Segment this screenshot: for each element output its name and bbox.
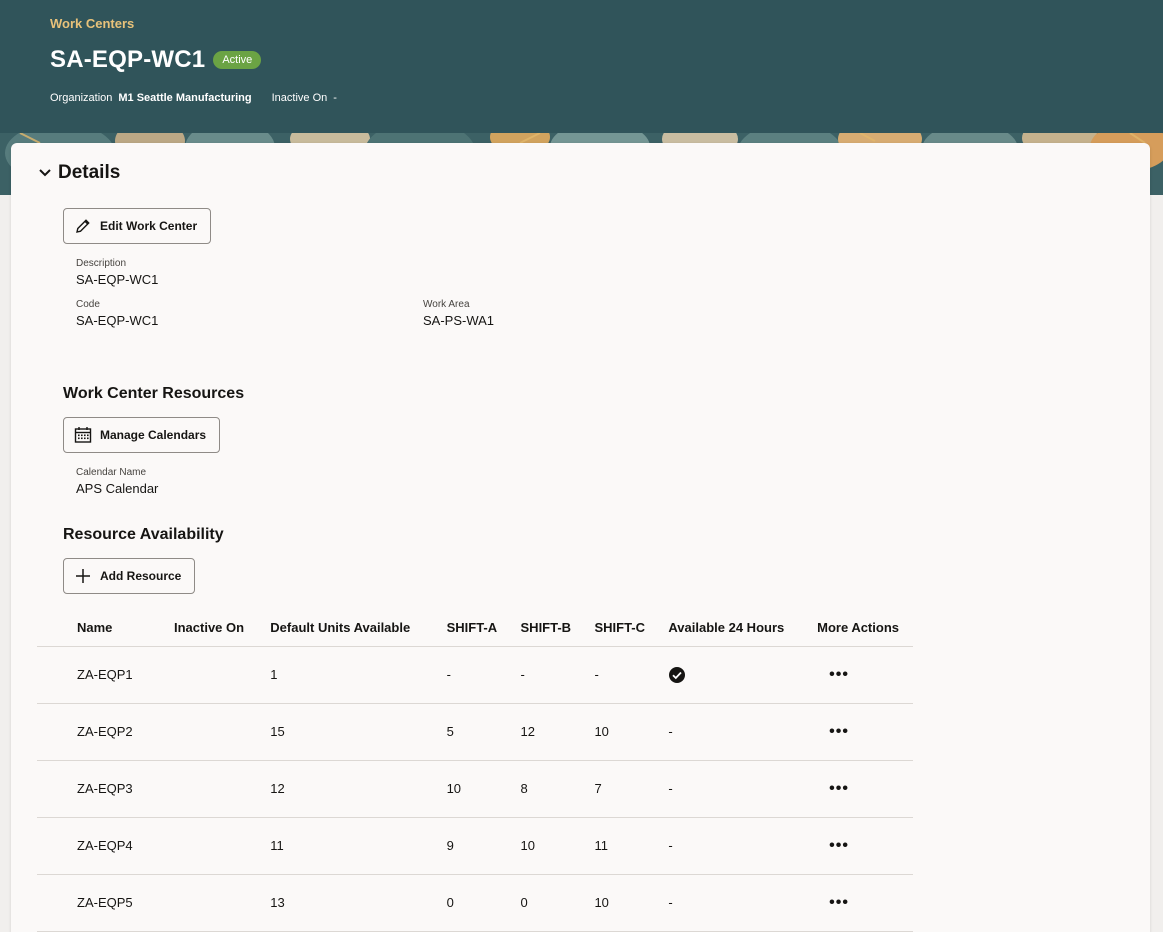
resource-name: ZA-EQP3 bbox=[37, 760, 160, 818]
column-header-inactive-on[interactable]: Inactive On bbox=[160, 610, 257, 647]
available-24-hours: - bbox=[654, 874, 804, 932]
organization-value: M1 Seattle Manufacturing bbox=[118, 92, 252, 104]
shift-a: 9 bbox=[432, 817, 507, 875]
resource-name: ZA-EQP4 bbox=[37, 817, 160, 875]
shift-b: 0 bbox=[506, 874, 581, 932]
table-row[interactable]: ZA-EQP3 12 10 8 7 - ••• bbox=[37, 760, 913, 818]
add-resource-button[interactable]: Add Resource bbox=[63, 558, 196, 594]
more-actions-cell: ••• bbox=[803, 817, 913, 875]
inactive-on bbox=[160, 760, 257, 818]
resource-availability-title: Resource Availability bbox=[63, 526, 224, 543]
calendar-name-value: APS Calendar bbox=[76, 481, 159, 496]
shift-b: - bbox=[506, 646, 581, 704]
shift-a: - bbox=[432, 646, 507, 704]
status-badge: Active bbox=[213, 51, 262, 69]
shift-b: 12 bbox=[506, 703, 581, 761]
edit-work-center-label: Edit Work Center bbox=[100, 219, 198, 233]
check-circle-icon bbox=[669, 666, 686, 683]
organization-label: Organization bbox=[50, 92, 113, 104]
pencil-icon bbox=[76, 219, 90, 233]
add-resource-label: Add Resource bbox=[100, 569, 182, 583]
shift-c: 11 bbox=[580, 817, 655, 875]
inactive-on bbox=[160, 874, 257, 932]
details-section-toggle[interactable]: Details bbox=[38, 162, 120, 184]
table-row[interactable]: ZA-EQP5 13 0 0 10 - ••• bbox=[37, 874, 913, 932]
plus-icon bbox=[76, 569, 90, 583]
column-header-available-24[interactable]: Available 24 Hours bbox=[654, 610, 804, 647]
ellipsis-icon[interactable]: ••• bbox=[817, 837, 849, 855]
shift-b: 8 bbox=[506, 760, 581, 818]
more-actions-cell: ••• bbox=[803, 760, 913, 818]
available-24-hours bbox=[654, 646, 804, 704]
inactive-on bbox=[160, 703, 257, 761]
ellipsis-icon[interactable]: ••• bbox=[817, 723, 849, 741]
chevron-down-icon bbox=[39, 169, 51, 177]
inactive-on-value: - bbox=[333, 92, 337, 104]
calendar-name-label: Calendar Name bbox=[76, 467, 147, 478]
calendar-icon bbox=[74, 427, 92, 443]
work-area-label: Work Area bbox=[423, 299, 470, 310]
work-area-value: SA-PS-WA1 bbox=[423, 313, 495, 328]
inactive-on-label: Inactive On bbox=[271, 92, 328, 104]
shift-a: 5 bbox=[432, 703, 507, 761]
title-row: SA-EQP-WC1 Active bbox=[50, 46, 262, 74]
page-title: SA-EQP-WC1 bbox=[50, 46, 206, 73]
details-card: Details Edit Work Center Description SA-… bbox=[11, 143, 1150, 932]
shift-c: 10 bbox=[580, 703, 655, 761]
column-header-name[interactable]: Name bbox=[37, 610, 160, 647]
table-row[interactable]: ZA-EQP4 11 9 10 11 - ••• bbox=[37, 817, 913, 875]
column-header-more-actions: More Actions bbox=[803, 610, 913, 647]
edit-work-center-button[interactable]: Edit Work Center bbox=[63, 208, 212, 244]
ellipsis-icon[interactable]: ••• bbox=[817, 894, 849, 912]
default-units: 11 bbox=[256, 817, 433, 875]
column-header-shift-a[interactable]: SHIFT-A bbox=[432, 610, 507, 647]
resource-availability-table: Name Inactive On Default Units Available… bbox=[37, 610, 913, 932]
default-units: 15 bbox=[256, 703, 433, 761]
breadcrumb-work-centers[interactable]: Work Centers bbox=[50, 16, 134, 31]
inactive-on bbox=[160, 646, 257, 704]
shift-a: 10 bbox=[432, 760, 507, 818]
available-24-hours: - bbox=[654, 760, 804, 818]
description-value: SA-EQP-WC1 bbox=[76, 272, 159, 287]
default-units: 12 bbox=[256, 760, 433, 818]
ellipsis-icon[interactable]: ••• bbox=[817, 780, 849, 798]
column-header-default-units[interactable]: Default Units Available bbox=[256, 610, 433, 647]
details-section-title: Details bbox=[58, 162, 121, 183]
available-24-hours: - bbox=[654, 817, 804, 875]
more-actions-cell: ••• bbox=[803, 874, 913, 932]
resource-name: ZA-EQP2 bbox=[37, 703, 160, 761]
resource-name: ZA-EQP5 bbox=[37, 874, 160, 932]
shift-c: 7 bbox=[580, 760, 655, 818]
inactive-on bbox=[160, 817, 257, 875]
more-actions-cell: ••• bbox=[803, 703, 913, 761]
available-24-hours: - bbox=[654, 703, 804, 761]
more-actions-cell: ••• bbox=[803, 646, 913, 704]
shift-c: - bbox=[580, 646, 655, 704]
ellipsis-icon[interactable]: ••• bbox=[817, 666, 849, 684]
shift-a: 0 bbox=[432, 874, 507, 932]
resource-name: ZA-EQP1 bbox=[37, 646, 160, 704]
manage-calendars-label: Manage Calendars bbox=[100, 428, 207, 442]
manage-calendars-button[interactable]: Manage Calendars bbox=[63, 417, 221, 453]
shift-c: 10 bbox=[580, 874, 655, 932]
code-label: Code bbox=[76, 299, 100, 310]
column-header-shift-c[interactable]: SHIFT-C bbox=[580, 610, 655, 647]
shift-b: 10 bbox=[506, 817, 581, 875]
column-header-shift-b[interactable]: SHIFT-B bbox=[506, 610, 581, 647]
default-units: 1 bbox=[256, 646, 433, 704]
table-row[interactable]: ZA-EQP2 15 5 12 10 - ••• bbox=[37, 703, 913, 761]
default-units: 13 bbox=[256, 874, 433, 932]
table-header-row: Name Inactive On Default Units Available… bbox=[37, 610, 913, 647]
description-label: Description bbox=[76, 258, 127, 269]
code-value: SA-EQP-WC1 bbox=[76, 313, 159, 328]
table-row[interactable]: ZA-EQP1 1 - - - ••• bbox=[37, 646, 913, 704]
header-meta: Organization M1 Seattle Manufacturing In… bbox=[50, 92, 337, 104]
work-center-resources-title: Work Center Resources bbox=[63, 385, 245, 402]
